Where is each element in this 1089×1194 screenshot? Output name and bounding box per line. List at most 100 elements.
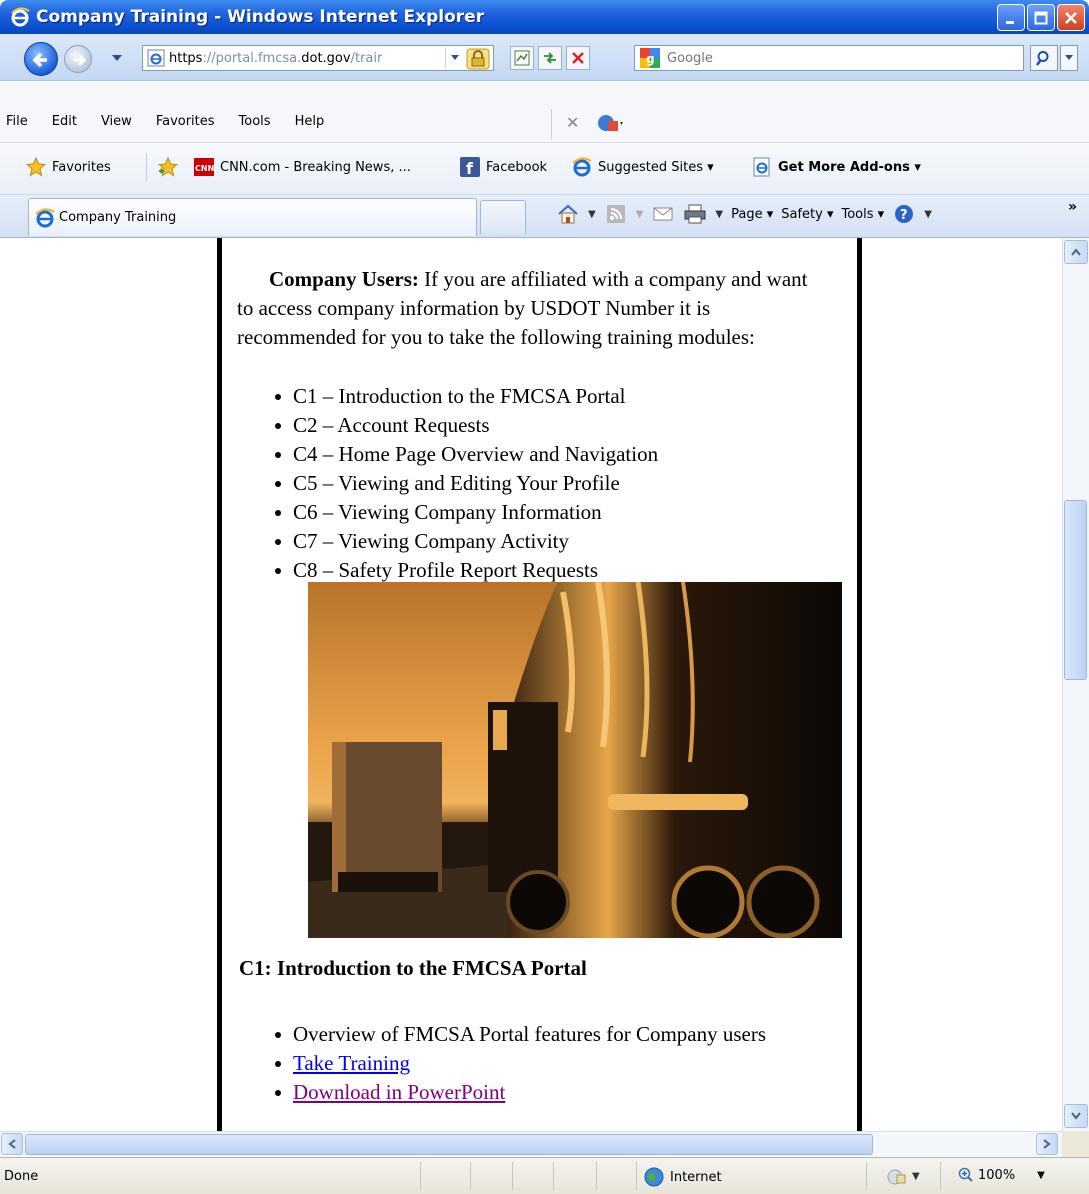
safety-menu[interactable]: Safety ▾: [781, 207, 833, 222]
tab-bar: Company Training ▼ ▼ ▼ Page ▾ Safety ▾ T…: [0, 195, 1089, 238]
search-box[interactable]: g: [634, 45, 1024, 71]
favorite-get-addons[interactable]: Get More Add-ons ▾: [752, 157, 921, 177]
security-zone[interactable]: Internet: [644, 1167, 722, 1187]
status-bar: Done Internet ▼ 100% ▼: [0, 1157, 1089, 1194]
compatibility-view-button[interactable]: [510, 46, 534, 70]
toolbar-overflow-chevron-icon[interactable]: »: [1068, 199, 1077, 215]
status-divider: [866, 1162, 867, 1190]
address-url[interactable]: https://portal.fmcsa.dot.gov/trair: [169, 51, 445, 66]
menu-bar: File Edit View Favorites Tools Help ✕: [0, 105, 1089, 143]
list-item: C5 – Viewing and Editing Your Profile: [237, 469, 817, 498]
take-training-link[interactable]: Take Training: [293, 1051, 410, 1075]
back-button[interactable]: [24, 42, 58, 76]
recent-pages-dropdown-icon[interactable]: [112, 55, 122, 61]
list-item: C8 – Safety Profile Report Requests: [237, 556, 817, 585]
search-button[interactable]: [1030, 45, 1058, 71]
scroll-up-button[interactable]: [1064, 240, 1088, 264]
horizontal-scrollbar[interactable]: [0, 1131, 1062, 1157]
scroll-down-button[interactable]: [1064, 1104, 1088, 1128]
scroll-left-button[interactable]: [1, 1133, 23, 1155]
favorite-cnn[interactable]: CNN CNN.com - Breaking News, ...: [194, 157, 411, 177]
compatibility-icon: [514, 50, 530, 66]
favorite-suggested-sites[interactable]: Suggested Sites ▾: [572, 157, 714, 177]
truck-sunset-photo: [308, 582, 842, 938]
address-toolbar: https://portal.fmcsa.dot.gov/trair g: [0, 34, 1089, 81]
addon-toolbar-icon[interactable]: [596, 111, 624, 135]
vertical-scrollbar[interactable]: [1062, 238, 1089, 1131]
home-icon[interactable]: [556, 203, 580, 225]
menu-view[interactable]: View: [101, 114, 132, 129]
forward-button[interactable]: [64, 45, 92, 73]
help-icon[interactable]: ?: [892, 203, 916, 225]
status-divider: [636, 1162, 637, 1190]
minimize-icon: [1006, 20, 1014, 24]
feeds-dropdown-icon[interactable]: ▼: [636, 209, 644, 220]
protected-mode-button[interactable]: ▼: [886, 1167, 920, 1185]
close-button[interactable]: [1057, 4, 1085, 31]
chevron-right-icon: [1043, 1139, 1051, 1149]
refresh-button[interactable]: [538, 46, 562, 70]
zoom-level-button[interactable]: 100% ▼: [958, 1167, 1045, 1183]
facebook-label: Facebook: [486, 159, 548, 175]
favorites-button[interactable]: Favorites: [26, 157, 111, 177]
horizontal-scroll-thumb[interactable]: [25, 1134, 873, 1155]
page-ie-icon: [147, 49, 165, 67]
cnn-label: CNN.com - Breaking News, ...: [220, 159, 411, 175]
minimize-button[interactable]: [997, 4, 1025, 31]
add-to-favorites-button[interactable]: [158, 157, 184, 177]
lock-icon[interactable]: [466, 48, 490, 70]
zoom-icon: [958, 1167, 973, 1182]
new-tab-button[interactable]: [480, 200, 526, 234]
favorites-bar: Favorites CNN CNN.com - Breaking News, .…: [0, 143, 1089, 195]
print-dropdown-icon[interactable]: ▼: [715, 209, 723, 220]
menu-help[interactable]: Help: [295, 114, 325, 129]
tab-company-training[interactable]: Company Training: [28, 198, 477, 236]
home-dropdown-icon[interactable]: ▼: [588, 209, 596, 220]
menu-edit[interactable]: Edit: [52, 114, 77, 129]
print-icon[interactable]: [683, 203, 707, 225]
get-addons-label: Get More Add-ons ▾: [778, 159, 921, 175]
stop-icon: [572, 52, 584, 64]
list-item: C1 – Introduction to the FMCSA Portal: [237, 382, 817, 411]
maximize-button[interactable]: [1027, 4, 1055, 31]
chevron-down-icon: [1071, 1112, 1081, 1120]
zone-label: Internet: [670, 1169, 722, 1185]
search-input[interactable]: [667, 50, 1007, 66]
ie-logo-icon: [11, 7, 30, 27]
close-toolbar-icon[interactable]: ✕: [566, 113, 579, 132]
menu-favorites[interactable]: Favorites: [156, 114, 215, 129]
cnn-icon: CNN: [194, 157, 214, 177]
zoom-dropdown-icon: ▼: [1037, 1169, 1045, 1181]
svg-text:g: g: [646, 52, 655, 66]
google-icon: g: [640, 48, 660, 68]
address-dropdown-button[interactable]: [445, 47, 463, 69]
list-item: Overview of FMCSA Portal features for Co…: [237, 1020, 837, 1049]
favorite-facebook[interactable]: f Facebook: [460, 157, 547, 177]
stop-button[interactable]: [566, 46, 590, 70]
menu-divider: [551, 109, 552, 139]
address-bar[interactable]: https://portal.fmcsa.dot.gov/trair: [142, 45, 494, 71]
download-powerpoint-link[interactable]: Download in PowerPoint: [293, 1080, 505, 1104]
star-icon: [26, 157, 46, 177]
toolbar-spacer: [0, 81, 1089, 105]
page-menu[interactable]: Page ▾: [731, 207, 773, 222]
status-divider: [553, 1162, 554, 1190]
status-divider: [596, 1162, 597, 1190]
svg-text:?: ?: [900, 208, 908, 223]
scroll-right-button[interactable]: [1036, 1133, 1058, 1155]
menu-file[interactable]: File: [6, 114, 28, 129]
help-dropdown-icon[interactable]: ▼: [924, 209, 932, 220]
search-options-dropdown[interactable]: [1060, 45, 1078, 71]
feeds-icon[interactable]: [604, 203, 628, 225]
vertical-scroll-thumb[interactable]: [1064, 500, 1087, 680]
module-list: C1 – Introduction to the FMCSA Portal C2…: [237, 382, 817, 585]
protected-dropdown-icon: ▼: [912, 1170, 920, 1182]
mail-icon[interactable]: [651, 203, 675, 225]
chevron-up-icon: [1071, 248, 1081, 256]
close-icon: [1065, 11, 1077, 24]
tools-menu[interactable]: Tools ▾: [842, 207, 885, 222]
list-item: C7 – Viewing Company Activity: [237, 527, 817, 556]
svg-text:f: f: [466, 159, 474, 177]
forward-arrow-icon: [73, 53, 87, 67]
menu-tools[interactable]: Tools: [239, 114, 271, 129]
